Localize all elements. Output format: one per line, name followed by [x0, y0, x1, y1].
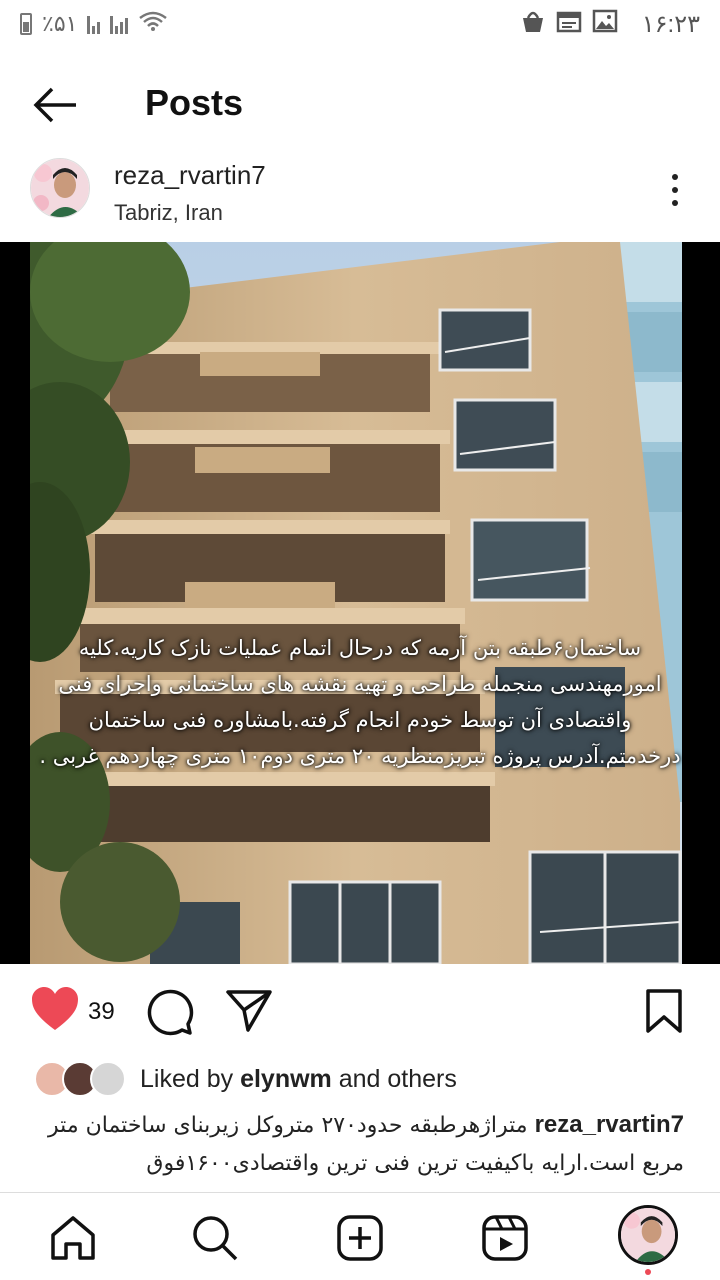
shop-bag-icon	[520, 8, 546, 40]
gallery-icon	[592, 9, 618, 39]
liked-by-user[interactable]: elynwm	[240, 1065, 332, 1093]
status-right: ۱۶:۲۳	[520, 8, 700, 40]
post-actions: 39	[0, 970, 720, 1050]
overlay-line: امورمهندسی منجمله طراحی و تهیه نقشه های …	[58, 672, 662, 696]
notification-dot	[645, 1269, 651, 1275]
wifi-icon	[138, 10, 168, 38]
calendar-icon	[556, 9, 582, 39]
profile-avatar[interactable]	[618, 1205, 678, 1265]
arrow-left-icon[interactable]	[30, 80, 80, 130]
new-post-icon[interactable]	[335, 1213, 385, 1263]
bookmark-icon[interactable]	[642, 988, 686, 1039]
comment-icon[interactable]	[144, 986, 194, 1041]
home-icon[interactable]	[48, 1213, 98, 1263]
post-image[interactable]: ساختمان۶طبقه بتن آرمه که درحال اتمام عمل…	[0, 242, 720, 964]
status-left: ٪۵۱	[20, 10, 168, 38]
post-caption: reza_rvartin7 متراژهرطبقه حدود۲۷۰ متروکل…	[24, 1106, 684, 1192]
app-header: Posts	[0, 62, 720, 146]
avatar	[90, 1061, 126, 1097]
overlay-line: واقتصادی آن توسط خودم انجام گرفته.بامشاو…	[88, 708, 632, 732]
more-vertical-icon[interactable]	[660, 170, 690, 210]
search-icon[interactable]	[190, 1213, 240, 1263]
reels-icon[interactable]	[480, 1213, 530, 1263]
liked-by-text: Liked by elynwm and others	[140, 1065, 457, 1094]
liked-by-suffix: and others	[338, 1064, 457, 1093]
battery-percent: ٪۵۱	[42, 11, 78, 36]
bottom-nav	[0, 1192, 720, 1280]
battery-icon	[20, 13, 32, 35]
overlay-line: ساختمان۶طبقه بتن آرمه که درحال اتمام عمل…	[78, 636, 642, 660]
liked-by-prefix: Liked by	[140, 1064, 234, 1093]
avatar[interactable]	[30, 158, 90, 218]
heart-icon[interactable]	[30, 986, 80, 1037]
post-location[interactable]: Tabriz, Iran	[114, 200, 223, 226]
share-icon[interactable]	[224, 986, 274, 1041]
overlay-line: درخدمتم.آدرس پروژه تبریزمنظریه ۲۰ متری د…	[39, 744, 681, 768]
like-count[interactable]: 39	[88, 998, 115, 1026]
signal-icon	[87, 14, 101, 34]
liked-by-avatars	[30, 1059, 130, 1099]
post-username[interactable]: reza_rvartin7	[114, 160, 266, 191]
status-bar: ٪۵۱ ۱۶:۲۳	[0, 0, 720, 48]
building-photo	[0, 242, 720, 964]
clock: ۱۶:۲۳	[641, 10, 700, 38]
caption-username[interactable]: reza_rvartin7	[535, 1111, 684, 1138]
page-title: Posts	[145, 82, 244, 123]
liked-by[interactable]: Liked by elynwm and others	[30, 1056, 457, 1102]
post-header: reza_rvartin7 Tabriz, Iran	[0, 150, 720, 240]
signal-icon	[110, 14, 129, 34]
image-overlay-text: ساختمان۶طبقه بتن آرمه که درحال اتمام عمل…	[0, 630, 720, 774]
